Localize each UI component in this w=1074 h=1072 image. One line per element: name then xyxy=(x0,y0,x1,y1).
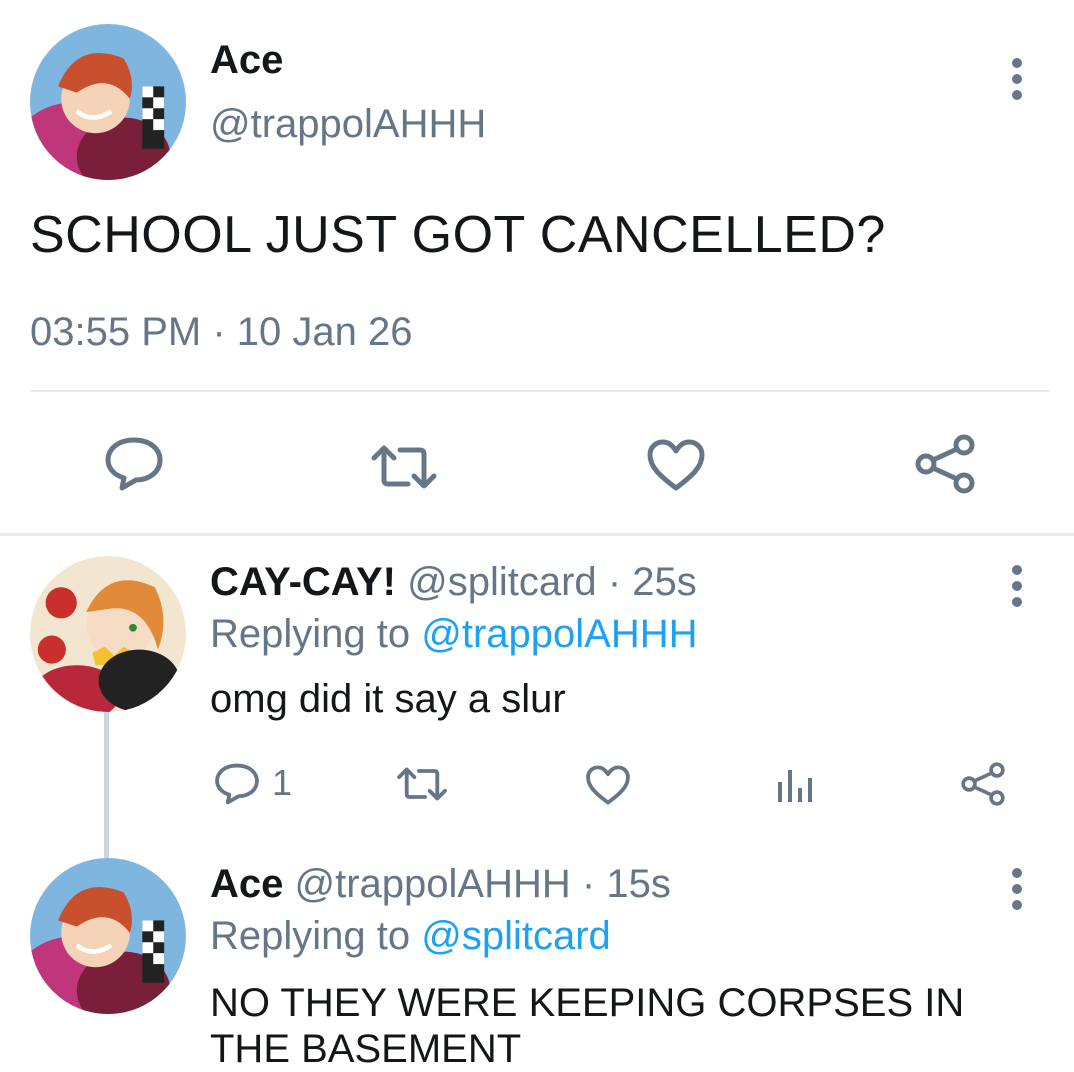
heart-icon[interactable] xyxy=(585,764,631,806)
reply-icon[interactable] xyxy=(214,762,260,806)
avatar-image xyxy=(30,24,186,180)
retweet-icon[interactable] xyxy=(396,766,448,802)
meta-separator: · xyxy=(212,310,226,354)
more-options-icon[interactable] xyxy=(1007,58,1027,106)
avatar-image xyxy=(30,556,186,712)
replying-to-link[interactable]: @trappolAHHH xyxy=(421,612,697,656)
reply-author-name[interactable]: CAY-CAY! xyxy=(210,560,396,604)
tweet-date: 10 Jan 26 xyxy=(236,310,413,354)
replying-to-label: Replying to xyxy=(210,914,411,958)
section-divider xyxy=(0,533,1074,536)
reply-author-handle[interactable]: @splitcard xyxy=(407,560,597,604)
reply-header: Ace @trappolAHHH · 15s xyxy=(210,862,671,907)
tweet-text: SCHOOL JUST GOT CANCELLED? xyxy=(30,206,886,264)
reply-icon[interactable] xyxy=(104,436,164,492)
share-icon[interactable] xyxy=(914,434,976,494)
author-name[interactable]: Ace xyxy=(210,38,283,83)
more-options-icon[interactable] xyxy=(1007,868,1027,916)
replying-to: Replying to @splitcard xyxy=(210,914,611,959)
heart-icon[interactable] xyxy=(646,438,706,492)
analytics-icon[interactable] xyxy=(776,766,816,804)
author-avatar[interactable] xyxy=(30,24,186,180)
replying-to-link[interactable]: @splitcard xyxy=(421,914,611,958)
avatar-image xyxy=(30,858,186,1014)
tweet-time: 03:55 PM xyxy=(30,310,202,354)
share-icon[interactable] xyxy=(960,762,1006,806)
reply-author-handle[interactable]: @trappolAHHH xyxy=(295,862,571,906)
author-handle[interactable]: @trappolAHHH xyxy=(210,102,486,147)
reply-avatar[interactable] xyxy=(30,556,186,712)
retweet-icon[interactable] xyxy=(370,444,438,490)
replying-to-label: Replying to xyxy=(210,612,411,656)
reply-avatar[interactable] xyxy=(30,858,186,1014)
reply-age: · 15s xyxy=(581,862,671,906)
reply-header: CAY-CAY! @splitcard · 25s xyxy=(210,560,697,605)
reply-age: · 25s xyxy=(607,560,697,604)
divider xyxy=(30,390,1050,392)
thread-line xyxy=(104,712,109,858)
reply-text: omg did it say a slur xyxy=(210,677,566,721)
reply-author-name[interactable]: Ace xyxy=(210,862,283,906)
replying-to: Replying to @trappolAHHH xyxy=(210,612,698,657)
reply-count: 1 xyxy=(272,762,293,803)
more-options-icon[interactable] xyxy=(1007,565,1027,613)
reply-text: NO THEY WERE KEEPING CORPSES IN THE BASE… xyxy=(210,981,965,1071)
tweet-timestamp: 03:55 PM · 10 Jan 26 xyxy=(30,310,413,355)
